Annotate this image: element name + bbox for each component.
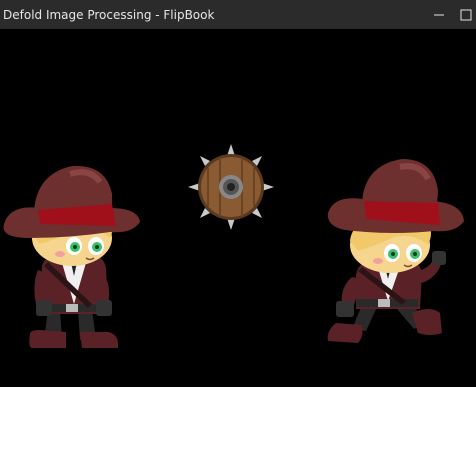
minimize-icon [434,14,444,15]
window-controls [422,0,476,29]
window-titlebar[interactable]: Defold Image Processing - FlipBook [0,0,476,29]
window-title: Defold Image Processing - FlipBook [3,7,215,22]
adventurer-running-sprite [327,159,464,343]
maximize-button[interactable] [456,0,476,29]
minimize-button[interactable] [422,0,456,29]
maximize-icon [460,9,472,20]
spiked-shield-sprite [188,144,274,230]
empty-area [0,387,476,450]
game-viewport[interactable] [0,29,476,387]
adventurer-idle-sprite [3,165,140,348]
